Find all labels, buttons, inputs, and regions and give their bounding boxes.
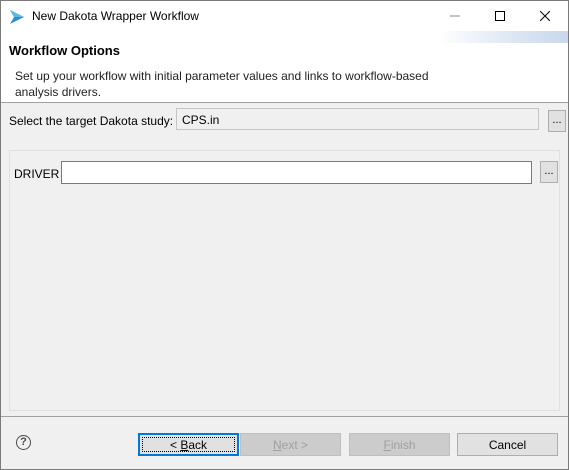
wizard-header: Workflow Options Set up your workflow wi…: [1, 31, 568, 103]
driver-browse-button[interactable]: ...: [540, 161, 558, 183]
dakota-arrow-icon: [10, 10, 24, 24]
study-label: Select the target Dakota study:: [9, 114, 174, 128]
title-bar[interactable]: New Dakota Wrapper Workflow: [1, 1, 568, 31]
back-prefix: <: [169, 437, 181, 452]
driver-group: [9, 150, 560, 411]
footer-separator: [1, 416, 568, 417]
window-title: New Dakota Wrapper Workflow: [32, 9, 199, 23]
close-icon: [539, 11, 550, 21]
back-button[interactable]: < Back: [138, 433, 239, 456]
help-icon[interactable]: ?: [16, 435, 31, 450]
dialog-window: New Dakota Wrapper Workflow Workflow Opt…: [0, 0, 569, 470]
page-description: Set up your workflow with initial parame…: [15, 69, 429, 99]
minimize-button[interactable]: [432, 1, 477, 31]
driver-label: DRIVER: [14, 167, 60, 181]
finish-mnemonic: F: [383, 437, 391, 452]
maximize-icon: [494, 11, 505, 21]
page-title: Workflow Options: [9, 43, 120, 58]
minimize-icon: [449, 15, 460, 17]
back-rest: ack: [188, 437, 208, 452]
study-field: CPS.in: [176, 108, 539, 130]
finish-rest: inish: [390, 437, 416, 452]
next-mnemonic: N: [272, 437, 282, 452]
next-rest: ext >: [281, 437, 309, 452]
driver-input[interactable]: [61, 161, 532, 184]
study-browse-button[interactable]: ...: [548, 110, 566, 132]
cancel-button[interactable]: Cancel: [457, 433, 558, 456]
close-button[interactable]: [522, 1, 567, 31]
back-mnemonic: B: [180, 437, 189, 452]
maximize-button[interactable]: [477, 1, 522, 31]
header-decoration: [438, 31, 568, 43]
finish-button[interactable]: Finish: [349, 433, 450, 456]
next-button[interactable]: Next >: [240, 433, 341, 456]
